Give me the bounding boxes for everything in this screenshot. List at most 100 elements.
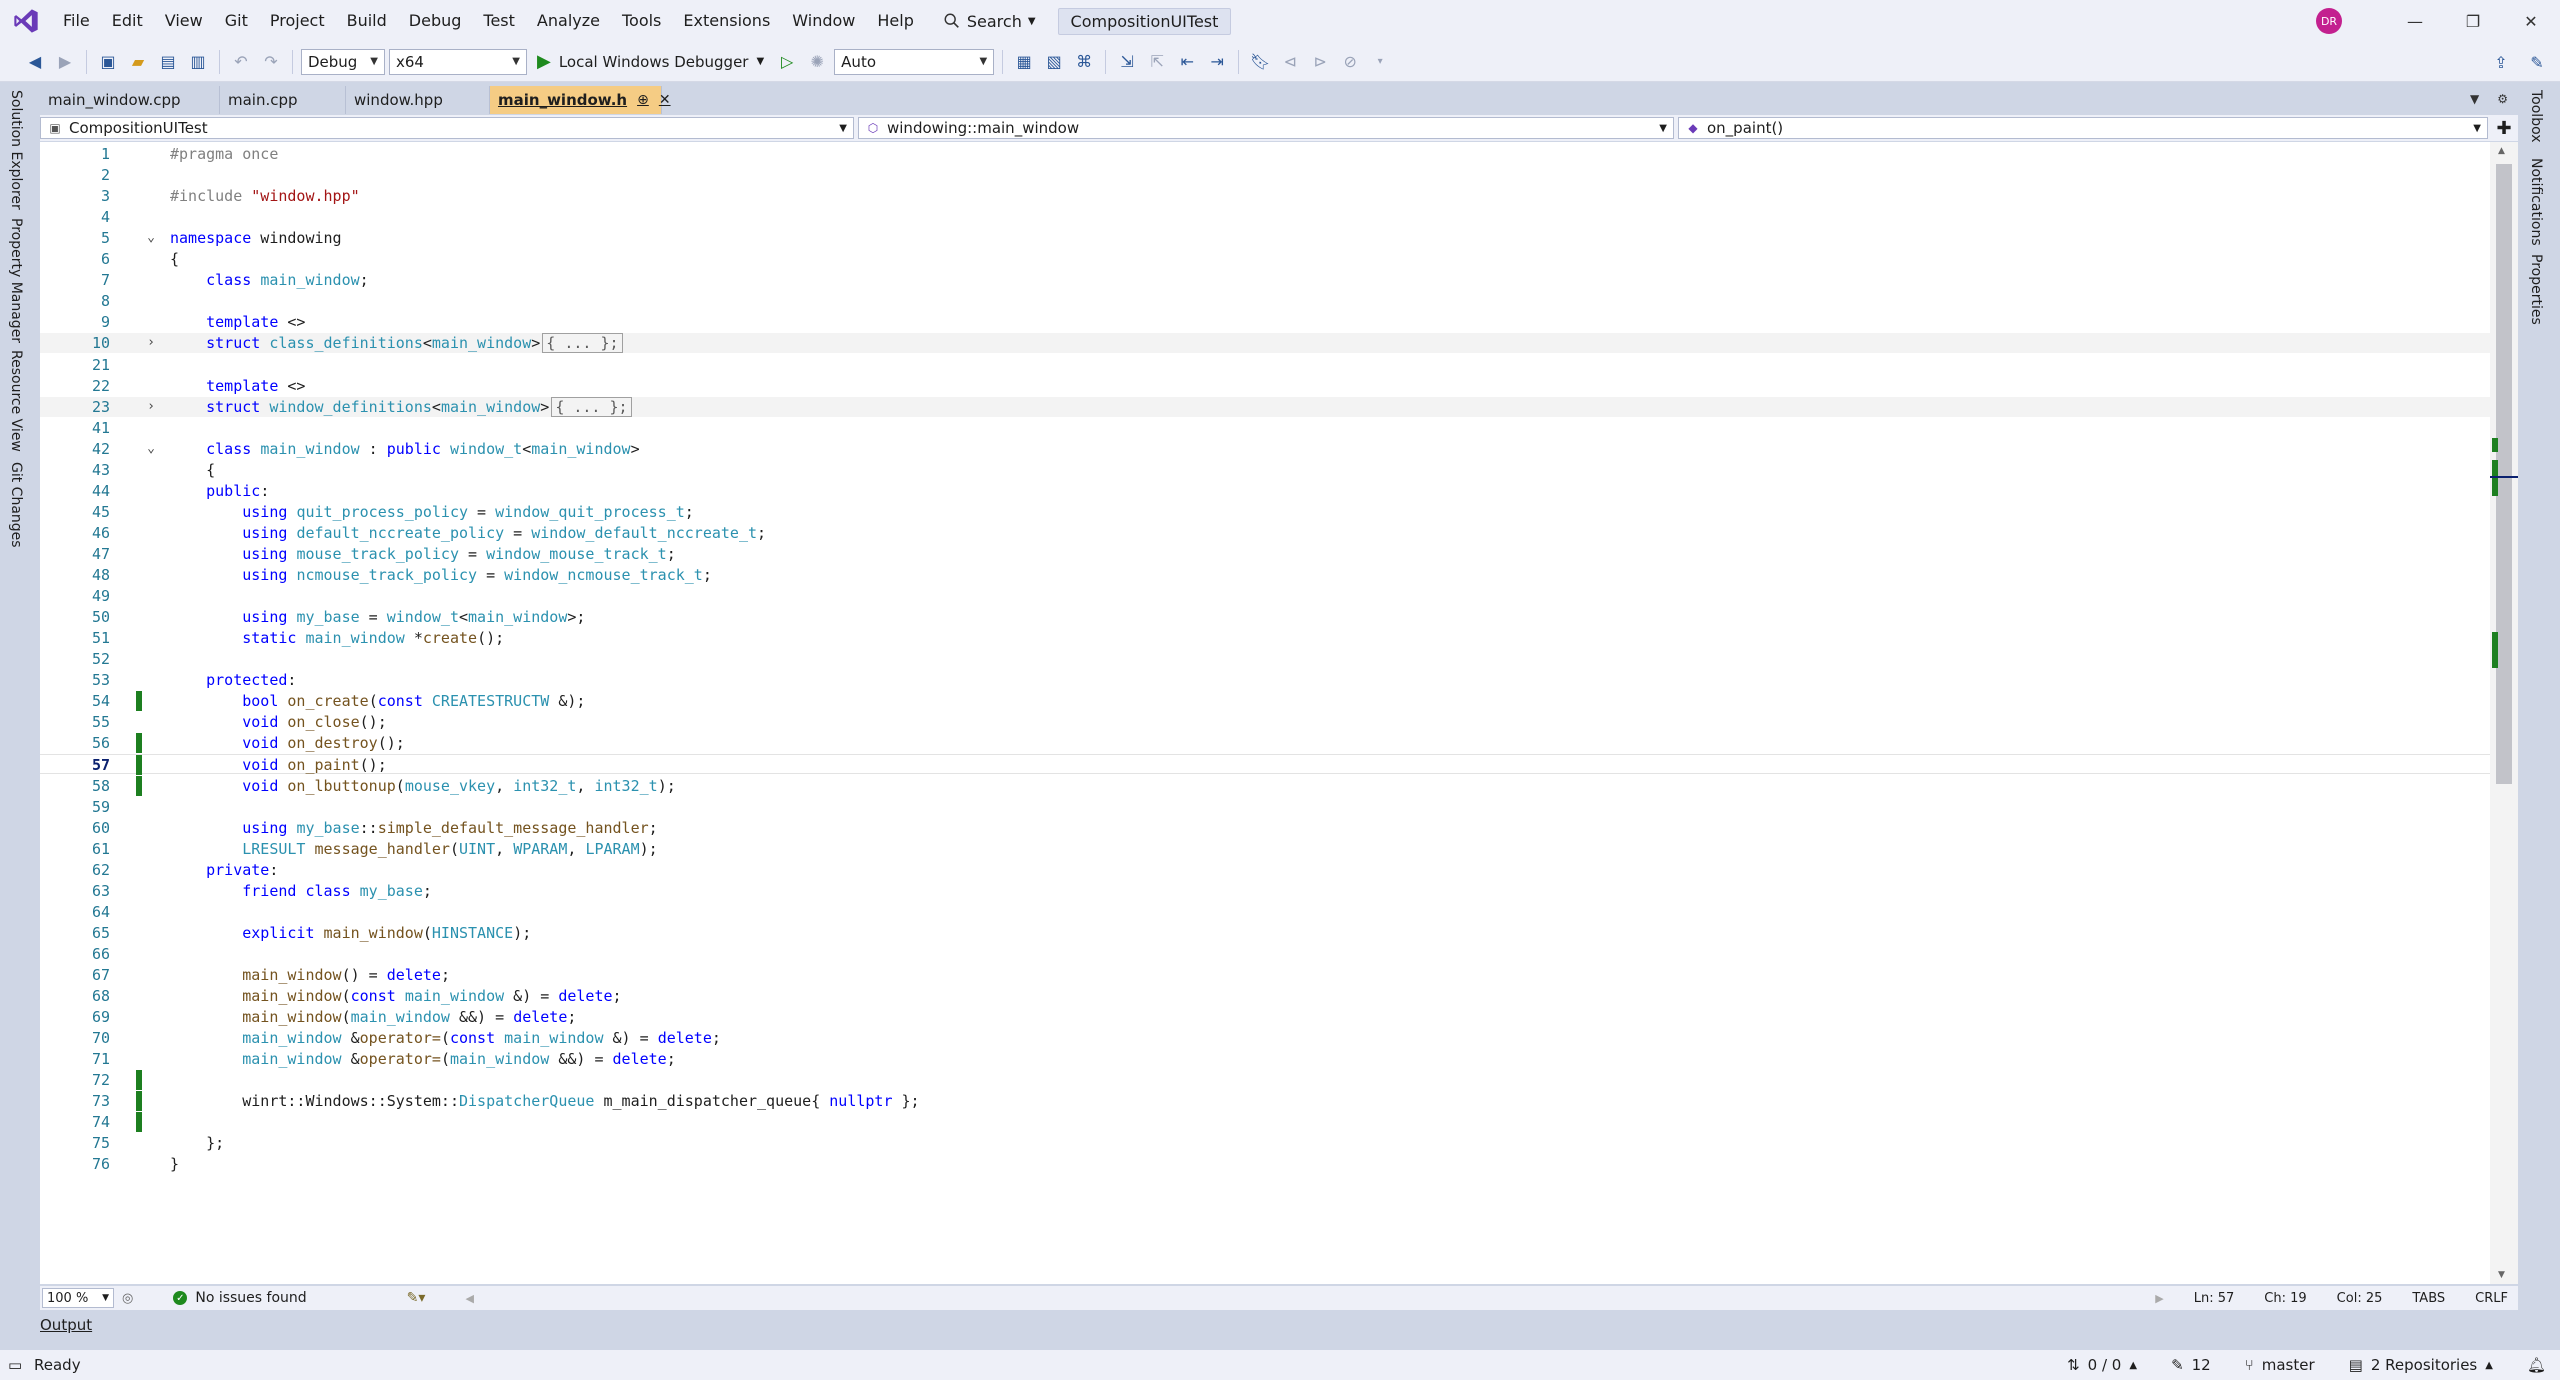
collapsed-region-placeholder[interactable]: { ... };: [542, 333, 623, 354]
gear-icon[interactable]: ⚙: [2497, 92, 2508, 106]
expand-icon[interactable]: ›: [144, 397, 158, 417]
code-line[interactable]: 51 static main_window *create();: [40, 628, 2490, 648]
code-line[interactable]: 56 void on_destroy();: [40, 733, 2490, 754]
code-line[interactable]: 55 void on_close();: [40, 712, 2490, 732]
code-line[interactable]: 9 template <>: [40, 312, 2490, 332]
code-line[interactable]: 67 main_window() = delete;: [40, 965, 2490, 985]
line-endings[interactable]: CRLF: [2475, 1291, 2508, 1306]
code-line[interactable]: 57 void on_paint();: [40, 754, 2490, 776]
indentation-mode[interactable]: TABS: [2412, 1291, 2445, 1306]
code-line[interactable]: 71 main_window &operator=(main_window &&…: [40, 1049, 2490, 1069]
close-button[interactable]: ✕: [2502, 0, 2560, 42]
menu-build[interactable]: Build: [336, 0, 398, 42]
tab-notifications[interactable]: Notifications: [2528, 158, 2544, 246]
forward-icon[interactable]: ▶: [52, 49, 78, 75]
scrollbar-thumb[interactable]: [2496, 164, 2512, 784]
code-line[interactable]: 45 using quit_process_policy = window_qu…: [40, 502, 2490, 522]
code-line[interactable]: 73 winrt::Windows::System::DispatcherQue…: [40, 1091, 2490, 1112]
step-out-icon[interactable]: ⇱: [1144, 49, 1170, 75]
code-line[interactable]: 7 class main_window;: [40, 270, 2490, 290]
code-line[interactable]: 64: [40, 902, 2490, 922]
char-number[interactable]: Ch: 19: [2264, 1291, 2306, 1306]
code-line[interactable]: 59: [40, 797, 2490, 817]
tab-main-window-h[interactable]: main_window.h ⊕ ✕: [490, 86, 671, 114]
code-line[interactable]: 41: [40, 418, 2490, 438]
restore-button[interactable]: ❐: [2444, 0, 2502, 42]
code-cleanup-icon[interactable]: ✎▾: [407, 1290, 426, 1306]
code-line[interactable]: 61 LRESULT message_handler(UINT, WPARAM,…: [40, 839, 2490, 859]
code-line[interactable]: 53 protected:: [40, 670, 2490, 690]
code-line[interactable]: 72: [40, 1070, 2490, 1091]
code-line[interactable]: 70 main_window &operator=(const main_win…: [40, 1028, 2490, 1048]
menu-extensions[interactable]: Extensions: [672, 0, 781, 42]
menu-edit[interactable]: Edit: [101, 0, 154, 42]
browse-icon[interactable]: ▦: [1011, 49, 1037, 75]
tab-main-cpp[interactable]: main.cpp: [220, 86, 346, 114]
redo-icon[interactable]: ↷: [258, 49, 284, 75]
search-button[interactable]: Search ▼: [931, 6, 1048, 36]
issues-indicator[interactable]: ✓ No issues found: [173, 1290, 307, 1306]
code-line[interactable]: 63 friend class my_base;: [40, 881, 2490, 901]
undo-icon[interactable]: ↶: [228, 49, 254, 75]
code-line[interactable]: 75 };: [40, 1133, 2490, 1153]
clear-bookmarks-icon[interactable]: ⊘: [1337, 49, 1363, 75]
code-line[interactable]: 54 bool on_create(const CREATESTRUCTW &)…: [40, 691, 2490, 712]
tab-properties[interactable]: Properties: [2528, 254, 2544, 325]
code-line[interactable]: 52: [40, 649, 2490, 669]
menu-file[interactable]: File: [52, 0, 101, 42]
code-line[interactable]: 10 › struct class_definitions<main_window…: [40, 333, 2490, 354]
code-line[interactable]: 46 using default_nccreate_policy = windo…: [40, 523, 2490, 543]
feedback-icon[interactable]: ✎: [2524, 49, 2550, 75]
target-select[interactable]: Auto ▼: [834, 48, 995, 75]
code-line[interactable]: 44 public:: [40, 481, 2490, 501]
visual-studio-logo-icon[interactable]: [0, 0, 52, 42]
code-line[interactable]: 65 explicit main_window(HINSTANCE);: [40, 923, 2490, 943]
code-line[interactable]: 21: [40, 355, 2490, 375]
tab-resource-view[interactable]: Resource View: [8, 350, 24, 452]
code-line[interactable]: 22 template <>: [40, 376, 2490, 396]
tab-solution-explorer[interactable]: Solution Explorer: [8, 90, 24, 210]
git-sync-status[interactable]: ⇅ 0 / 0 ▲: [2067, 1356, 2137, 1374]
tab-git-changes[interactable]: Git Changes: [8, 462, 24, 548]
close-icon[interactable]: ✕: [659, 92, 671, 108]
repository-selector[interactable]: ▤ 2 Repositories ▲: [2349, 1356, 2493, 1374]
code-line[interactable]: 5 ⌄ namespace windowing: [40, 228, 2490, 248]
menu-tools[interactable]: Tools: [611, 0, 672, 42]
menu-window[interactable]: Window: [781, 0, 866, 42]
code-line[interactable]: 6{: [40, 249, 2490, 269]
line-number[interactable]: Ln: 57: [2194, 1291, 2235, 1306]
collapse-icon[interactable]: ⌄: [144, 228, 158, 248]
previous-bookmark-icon[interactable]: ⊲: [1277, 49, 1303, 75]
open-folder-icon[interactable]: ▰: [125, 49, 151, 75]
tab-toolbox[interactable]: Toolbox: [2528, 90, 2544, 143]
code-line[interactable]: 66: [40, 944, 2490, 964]
toolbar-options-icon[interactable]: ▾: [1367, 49, 1393, 75]
code-line[interactable]: 74: [40, 1112, 2490, 1133]
menu-project[interactable]: Project: [259, 0, 336, 42]
menu-debug[interactable]: Debug: [398, 0, 473, 42]
tab-output[interactable]: Output: [40, 1316, 92, 1340]
project-scope-select[interactable]: ▣ CompositionUITest ▼: [40, 117, 854, 139]
column-number[interactable]: Col: 25: [2337, 1291, 2383, 1306]
window-layout-icon[interactable]: ▧: [1041, 49, 1067, 75]
split-window-icon[interactable]: ✚: [2492, 117, 2516, 139]
scroll-up-icon[interactable]: ▲: [2498, 146, 2505, 156]
code-line[interactable]: 1 #pragma once: [40, 144, 2490, 164]
pending-changes[interactable]: ✎ 12: [2171, 1356, 2211, 1374]
menu-git[interactable]: Git: [214, 0, 259, 42]
code-line[interactable]: 8: [40, 291, 2490, 311]
menu-test[interactable]: Test: [472, 0, 526, 42]
code-line[interactable]: 69 main_window(main_window &&) = delete;: [40, 1007, 2490, 1027]
tab-list-dropdown-icon[interactable]: ▼: [2470, 92, 2479, 106]
scroll-down-icon[interactable]: ▼: [2498, 1270, 2505, 1280]
tab-window-hpp[interactable]: window.hpp: [346, 86, 490, 114]
start-without-debugging-icon[interactable]: ▷: [774, 49, 800, 75]
outdent-icon[interactable]: ⇤: [1174, 49, 1200, 75]
code-line[interactable]: 60 using my_base::simple_default_message…: [40, 818, 2490, 838]
intellisense-icon[interactable]: ◎: [122, 1291, 133, 1306]
zoom-select[interactable]: 100 % ▼: [42, 1288, 114, 1308]
minimize-button[interactable]: —: [2386, 0, 2444, 42]
indent-icon[interactable]: ⇥: [1204, 49, 1230, 75]
pin-icon[interactable]: ⊕: [637, 92, 649, 108]
menu-help[interactable]: Help: [866, 0, 924, 42]
